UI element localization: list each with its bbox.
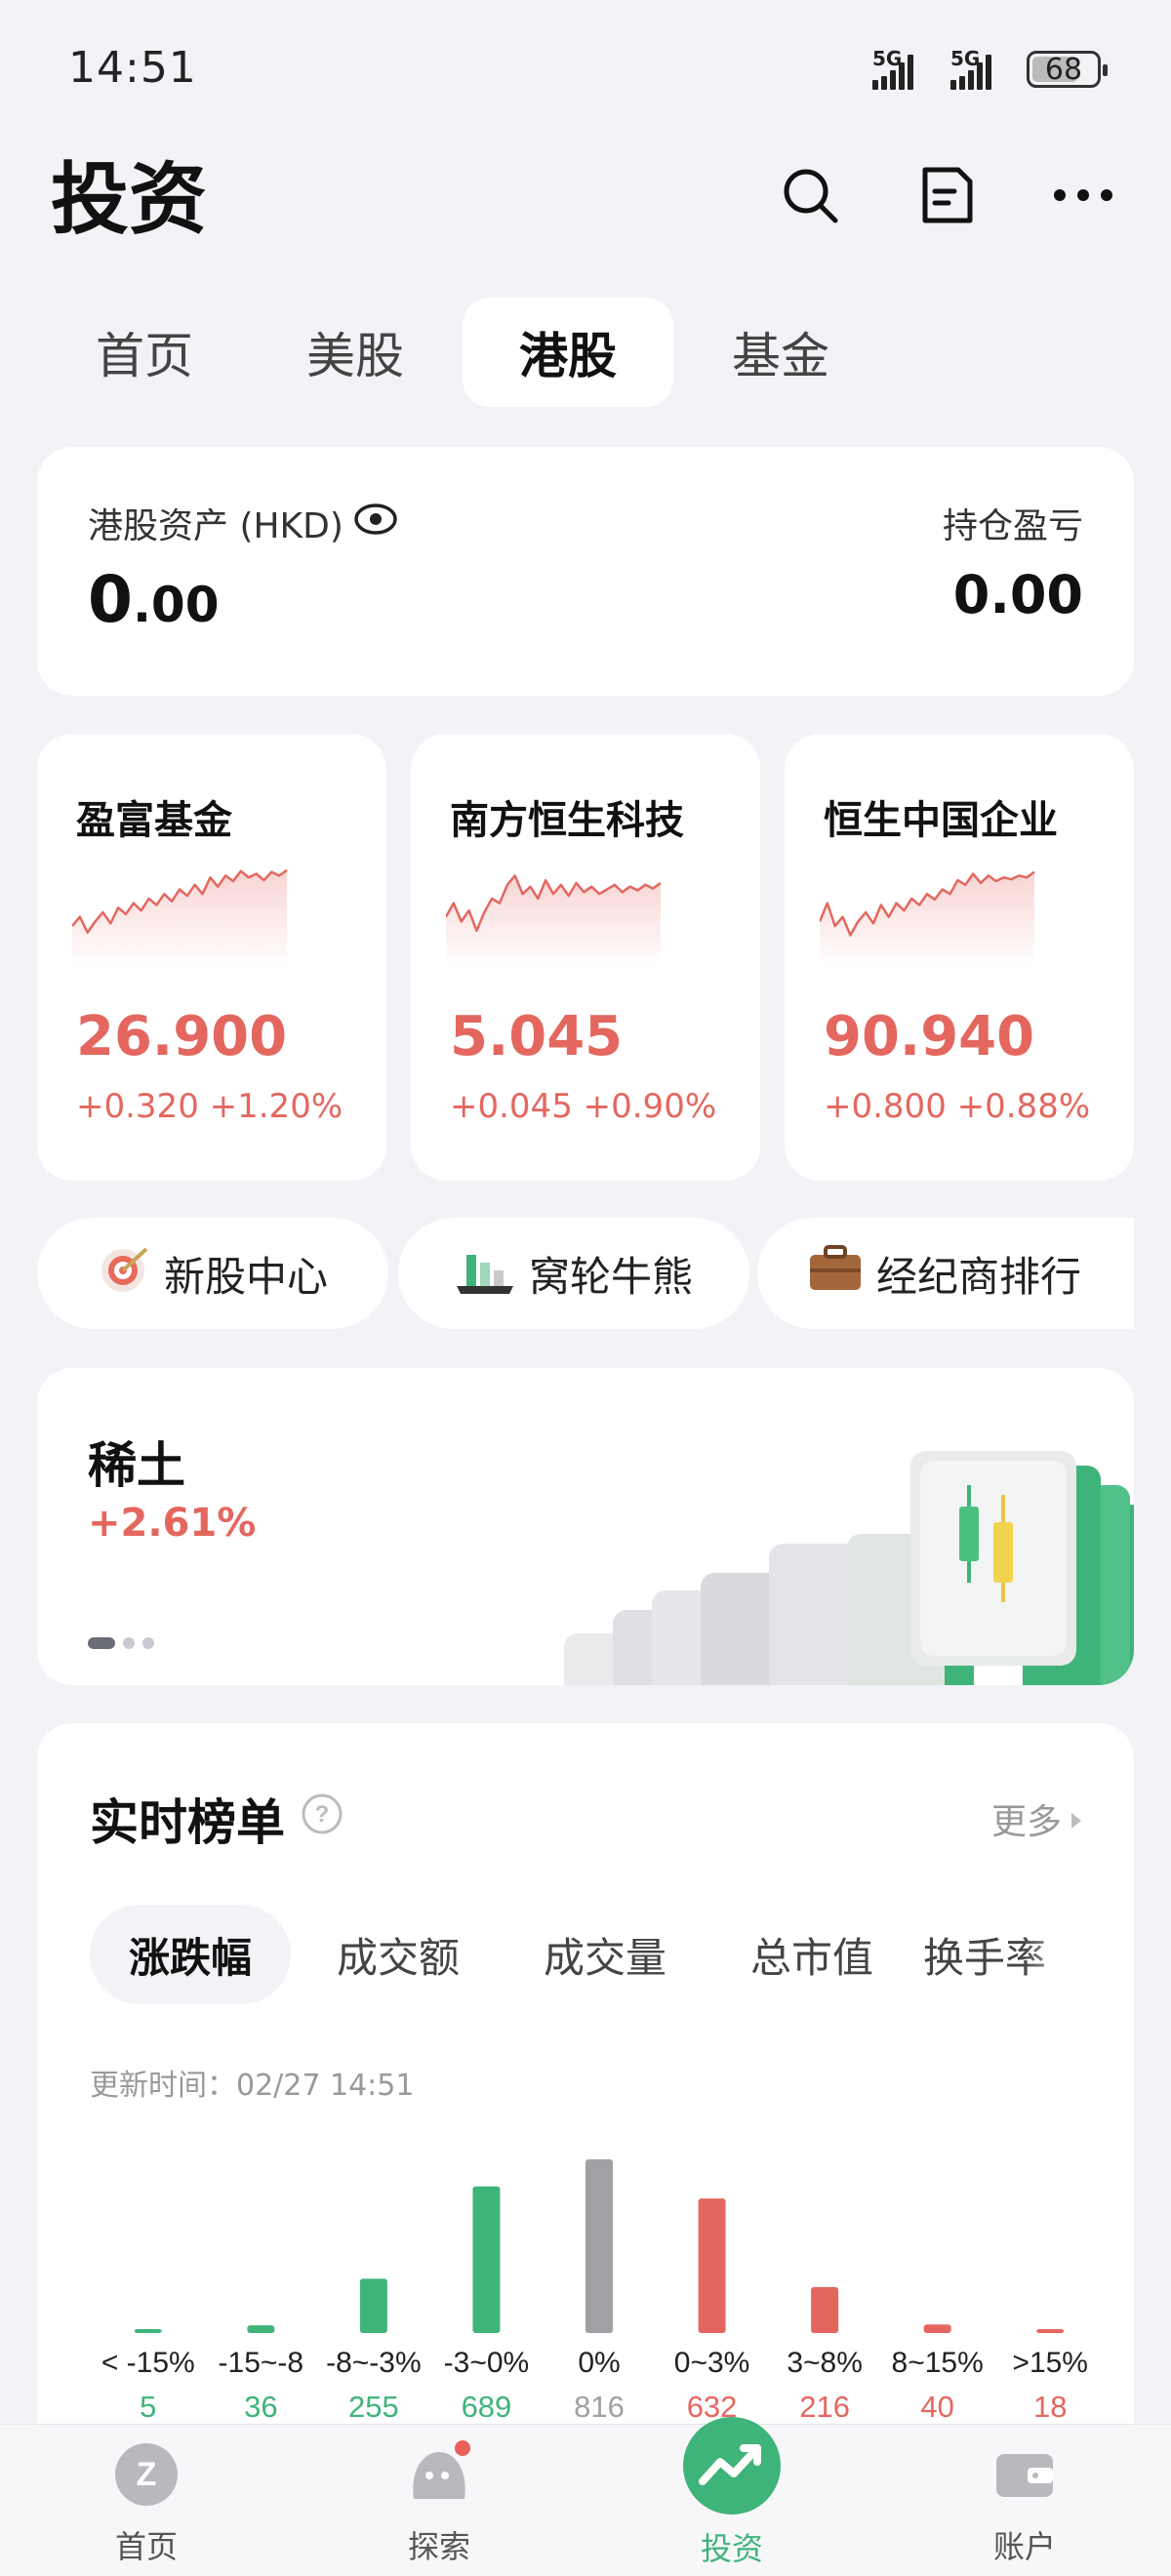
eye-icon[interactable] — [353, 502, 398, 545]
wallet-icon — [990, 2440, 1059, 2516]
pnl-value: 0.00 — [952, 564, 1083, 625]
pnl-label: 持仓盈亏 — [942, 506, 1083, 546]
update-time: 更新时间：02/27 14:51 — [90, 2069, 415, 2103]
index-card[interactable]: 恒生中国企业 90.940 +0.800 +0.88% — [785, 734, 1134, 1181]
status-time: 14:51 — [68, 43, 197, 93]
tab-home[interactable]: 首页 — [39, 298, 250, 407]
more-icon[interactable] — [1044, 156, 1122, 234]
tab-hk-stocks[interactable]: 港股 — [463, 298, 673, 407]
index-card[interactable]: 盈富基金 26.900 +0.320 +1.20% — [37, 734, 386, 1181]
chart-category-label: < -15% — [101, 2347, 195, 2379]
chart-bar — [1036, 2329, 1065, 2333]
chart-category-label: -8~-3% — [326, 2347, 422, 2379]
index-change: +0.800 +0.88% — [824, 1087, 1091, 1126]
chart-value-label: 255 — [348, 2390, 399, 2424]
svg-text:?: ? — [315, 1801, 330, 1828]
chart-bar — [811, 2286, 839, 2333]
chart-category-label: >15% — [1012, 2347, 1088, 2379]
shortcut-ipo-center[interactable]: 新股中心 — [37, 1218, 388, 1329]
bottom-nav: Z 首页 探索 投资 账户 — [0, 2417, 1171, 2576]
distribution-chart: < -15% 5 -15~-8 36 -8~-3% 255 -3~0% 689 0% 816 0~3… — [101, 2159, 1088, 2424]
briefcase-icon — [806, 1243, 865, 1304]
chart-value-label: 5 — [140, 2390, 156, 2424]
chart-category-label: 8~15% — [892, 2347, 984, 2379]
index-price: 26.900 — [76, 1005, 288, 1068]
index-name: 南方恒生科技 — [450, 798, 684, 843]
sparkline-area — [820, 871, 1034, 966]
nav-explore[interactable]: 探索 — [366, 2440, 512, 2567]
chevron-right-icon — [1070, 1799, 1083, 1839]
banner-illustration — [564, 1451, 1134, 1685]
sparkline — [820, 870, 1035, 966]
rank-tab-turnover[interactable]: 成交额 — [301, 1905, 496, 2004]
target-icon — [98, 1241, 152, 1306]
battery-icon: 68 — [1027, 51, 1108, 88]
rank-tab-change[interactable]: 涨跌幅 — [90, 1905, 291, 2004]
chart-bar — [923, 2324, 951, 2333]
explore-icon — [400, 2440, 478, 2516]
chart-category-label: -3~0% — [444, 2347, 530, 2379]
chart-value-label: 216 — [799, 2390, 850, 2424]
signal-icon-2: 5G — [950, 47, 991, 90]
chart-value-label: 689 — [462, 2390, 512, 2424]
chart-bar — [586, 2159, 613, 2333]
ranking-title: 实时榜单 ? — [90, 1784, 343, 1854]
asset-card[interactable]: 港股资产 (HKD) 0.00 持仓盈亏 0.00 — [37, 447, 1134, 696]
tab-funds[interactable]: 基金 — [675, 298, 886, 407]
chart-category-label: 0~3% — [674, 2347, 750, 2379]
invest-icon — [679, 2413, 785, 2526]
chart-category-label: -15~-8 — [219, 2347, 304, 2379]
asset-label: 港股资产 (HKD) — [88, 498, 398, 548]
svg-text:Z: Z — [137, 2456, 157, 2493]
chart-bar — [698, 2198, 726, 2333]
sector-banner[interactable]: 稀土 +2.61% — [37, 1368, 1134, 1685]
index-card[interactable]: 南方恒生科技 5.045 +0.045 +0.90% — [411, 734, 760, 1181]
chart-category-label: 3~8% — [787, 2347, 863, 2379]
page-title: 投资 — [51, 154, 207, 245]
shortcut-label: 经纪商排行 — [876, 1252, 1082, 1301]
sparkline-area — [72, 869, 287, 966]
banner-change: +2.61% — [88, 1501, 257, 1546]
chart-bar — [472, 2186, 501, 2333]
chart-value-label: 40 — [920, 2390, 953, 2424]
carousel-dots[interactable] — [88, 1637, 154, 1649]
chart-value-label: 18 — [1033, 2390, 1067, 2424]
chart-category-label: 0% — [578, 2347, 620, 2379]
nav-account[interactable]: 账户 — [951, 2440, 1098, 2567]
shortcut-label: 新股中心 — [163, 1252, 328, 1301]
bar-chart-icon — [455, 1241, 517, 1306]
help-icon[interactable]: ? — [301, 1791, 343, 1847]
chart-bar — [134, 2329, 162, 2333]
shortcut-label: 窝轮牛熊 — [528, 1252, 693, 1301]
index-price: 90.940 — [824, 1005, 1035, 1068]
index-name: 盈富基金 — [76, 798, 232, 843]
index-name: 恒生中国企业 — [824, 798, 1058, 843]
asset-value: 0.00 — [88, 562, 220, 637]
banner-title: 稀土 — [88, 1437, 185, 1494]
tab-us-stocks[interactable]: 美股 — [250, 298, 461, 407]
chart-value-label: 36 — [244, 2390, 277, 2424]
search-icon[interactable] — [771, 156, 849, 234]
rank-tab-turnover-rate[interactable]: 换手率 — [923, 1905, 1089, 2004]
shortcut-broker-ranking[interactable]: 经纪商排行 — [757, 1218, 1134, 1329]
chart-bar — [247, 2325, 275, 2333]
more-link[interactable]: 更多 — [991, 1793, 1083, 1844]
chart-bar — [359, 2278, 387, 2333]
index-price: 5.045 — [450, 1005, 624, 1068]
index-change: +0.045 +0.90% — [450, 1087, 717, 1126]
nav-home[interactable]: Z 首页 — [73, 2440, 220, 2567]
nav-invest[interactable]: 投资 — [659, 2413, 805, 2569]
home-logo-icon: Z — [112, 2440, 181, 2516]
signal-icon-1: 5G — [872, 47, 913, 90]
document-icon[interactable] — [908, 156, 986, 234]
sparkline — [72, 868, 288, 966]
index-change: +0.320 +1.20% — [76, 1087, 343, 1126]
chart-value-label: 816 — [574, 2390, 625, 2424]
rank-tab-market-cap[interactable]: 总市值 — [714, 1905, 909, 2004]
shortcut-warrants[interactable]: 窝轮牛熊 — [398, 1218, 749, 1329]
rank-tab-volume[interactable]: 成交量 — [507, 1905, 703, 2004]
sparkline — [446, 874, 662, 966]
